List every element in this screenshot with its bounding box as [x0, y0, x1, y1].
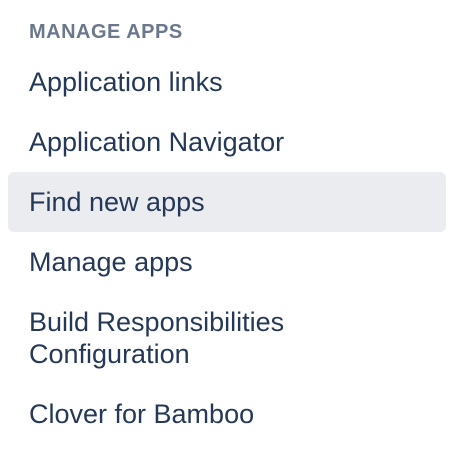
- nav-item-application-links[interactable]: Application links: [8, 52, 446, 112]
- nav-item-build-responsibilities-configuration[interactable]: Build Responsibilities Configuration: [8, 292, 446, 384]
- manage-apps-sidebar: MANAGE APPS Application links Applicatio…: [0, 0, 468, 472]
- section-heading-manage-apps: MANAGE APPS: [29, 21, 183, 43]
- nav-item-manage-apps[interactable]: Manage apps: [8, 232, 446, 292]
- manage-apps-nav-list: Application links Application Navigator …: [8, 52, 446, 444]
- nav-item-clover-for-bamboo[interactable]: Clover for Bamboo: [8, 384, 446, 444]
- nav-item-find-new-apps[interactable]: Find new apps: [8, 172, 446, 232]
- nav-item-application-navigator[interactable]: Application Navigator: [8, 112, 446, 172]
